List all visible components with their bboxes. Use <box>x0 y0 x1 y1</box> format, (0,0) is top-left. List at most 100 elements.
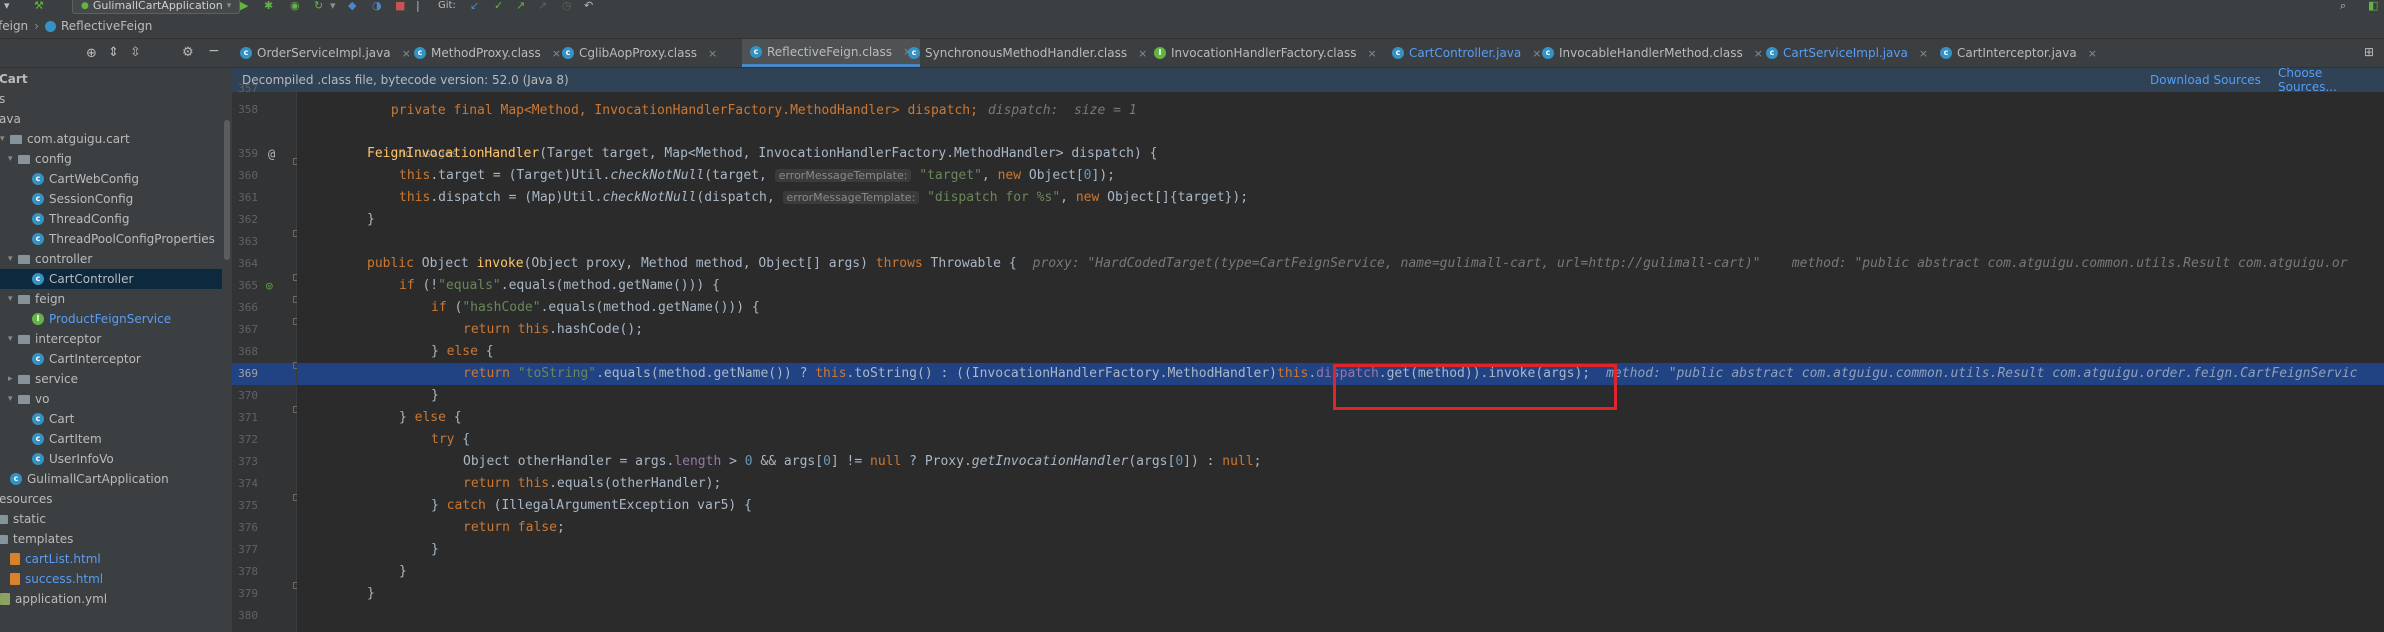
attach-debugger-icon[interactable]: ◆ <box>348 0 356 11</box>
line-number: 369 <box>238 367 258 380</box>
tab-cartserviceimpl[interactable]: c CartServiceImpl.java × <box>1766 39 1928 67</box>
close-icon[interactable]: × <box>1532 47 1541 60</box>
tree-item-class[interactable]: c Cart <box>0 409 222 429</box>
chevron-down-icon[interactable]: ▾ <box>4 0 10 11</box>
ide-logo-icon[interactable]: ◧ <box>2368 0 2378 11</box>
tree-item-class[interactable]: c CartInterceptor <box>0 349 222 369</box>
chevron-down-icon[interactable]: ▾ <box>8 334 18 344</box>
history-icon[interactable]: ◷ <box>562 0 572 11</box>
run-icon[interactable]: ▶ <box>240 0 248 11</box>
coverage-icon[interactable]: ◉ <box>290 0 300 11</box>
close-icon[interactable]: × <box>402 47 411 60</box>
tab-cartinterceptor[interactable]: c CartInterceptor.java × <box>1940 39 2097 67</box>
git-push-icon[interactable]: ↗ <box>516 0 525 11</box>
tree-item-label: cartList.html <box>25 552 101 566</box>
tab-synchronousmethodhandler[interactable]: c SynchronousMethodHandler.class × <box>908 39 1147 67</box>
tree-item-label: feign <box>35 292 66 306</box>
close-icon[interactable]: × <box>1919 47 1928 60</box>
tree-item-class[interactable]: c CartWebConfig <box>0 169 222 189</box>
stop-icon[interactable]: ■ <box>395 0 405 11</box>
tree-item-interceptor[interactable]: ▾ interceptor <box>0 329 222 349</box>
tab-cglibaopproxy[interactable]: c CglibAopProxy.class × <box>562 39 717 67</box>
close-icon[interactable]: × <box>1138 47 1147 60</box>
tab-orderserviceimpl[interactable]: c OrderServiceImpl.java × <box>240 39 411 67</box>
tree-item-class[interactable]: c ThreadConfig <box>0 209 222 229</box>
chevron-down-icon[interactable]: ▾ <box>330 0 336 11</box>
chevron-down-icon[interactable]: ▾ <box>8 294 18 304</box>
tab-list-icon[interactable]: ⊞ <box>2364 45 2374 59</box>
close-icon[interactable]: × <box>2088 47 2097 60</box>
code-text: (target, <box>704 168 767 183</box>
code-text: .hashCode(); <box>549 322 644 337</box>
expand-all-icon[interactable]: ⇕ <box>108 45 119 60</box>
decompiled-notice-bar: Decompiled .class file, bytecode version… <box>232 66 2384 94</box>
tree-item-class[interactable]: c SessionConfig <box>0 189 222 209</box>
chevron-down-icon[interactable]: ▾ <box>0 134 10 144</box>
close-icon[interactable]: × <box>708 47 717 60</box>
tab-cartcontroller[interactable]: c CartController.java × <box>1392 39 1541 67</box>
interface-icon: I <box>32 313 44 325</box>
tab-invocablehandlermethod[interactable]: c InvocableHandlerMethod.class × <box>1542 39 1763 67</box>
code-text: Object <box>413 256 477 271</box>
breadcrumb-item-feign[interactable]: feign <box>0 19 28 33</box>
build-hammer-icon[interactable]: ⚒ <box>34 0 44 11</box>
tab-invocationhandlerfactory[interactable]: I InvocationHandlerFactory.class × <box>1154 39 1377 67</box>
code-text: (args[ <box>1128 454 1176 469</box>
reload-icon[interactable]: ↻ <box>314 0 323 11</box>
rollback-icon[interactable]: ↶ <box>584 0 593 11</box>
git-commit-icon[interactable]: ✓ <box>494 0 503 11</box>
git-fetch-icon[interactable]: ↗ <box>538 0 547 11</box>
choose-sources-link[interactable]: Choose Sources... <box>2278 66 2384 94</box>
breadcrumb-item-reflectivefeign[interactable]: ReflectiveFeign <box>61 19 152 33</box>
tree-item[interactable]: s <box>0 89 222 109</box>
tree-item-label: com.atguigu.cart <box>27 132 130 146</box>
tree-item-class-selected[interactable]: c CartController <box>0 269 222 289</box>
implements-method-icon[interactable]: ◎ <box>266 279 273 292</box>
code-text: return <box>463 366 510 381</box>
close-icon[interactable]: × <box>1754 47 1763 60</box>
chevron-right-icon[interactable]: ▸ <box>8 374 18 384</box>
tree-item-static[interactable]: static <box>0 509 222 529</box>
tree-item-templates[interactable]: templates <box>0 529 222 549</box>
code-editor[interactable]: private final Map<Method, InvocationHand… <box>297 92 2384 632</box>
gear-icon[interactable]: ⚙ <box>182 45 194 60</box>
tree-item-cart-module[interactable]: Cart <box>0 69 222 89</box>
tree-item-application-class[interactable]: c GulimallCartApplication <box>0 469 222 489</box>
scrollbar-thumb[interactable] <box>224 120 230 260</box>
debug-icon[interactable]: ✱ <box>264 0 273 11</box>
tree-item-package[interactable]: ▾ com.atguigu.cart <box>0 129 222 149</box>
parameter-hint: errorMessageTemplate: <box>774 169 912 182</box>
tree-item-feign[interactable]: ▾ feign <box>0 289 222 309</box>
chevron-down-icon[interactable]: ▾ <box>8 254 18 264</box>
tree-item-interface[interactable]: I ProductFeignService <box>0 309 222 329</box>
tree-item-service[interactable]: ▸ service <box>0 369 222 389</box>
close-icon[interactable]: × <box>1368 47 1377 60</box>
tree-item-class[interactable]: c ThreadPoolConfigProperties <box>0 229 222 249</box>
collapse-all-icon[interactable]: ⇳ <box>130 45 141 60</box>
locate-icon[interactable]: ⊕ <box>86 46 97 61</box>
profiler-icon[interactable]: ◑ <box>372 0 382 11</box>
usages-icon[interactable]: @ <box>268 147 275 161</box>
tree-item-class[interactable]: c CartItem <box>0 429 222 449</box>
tree-item-yml-file[interactable]: application.yml <box>0 589 222 609</box>
tree-item-controller[interactable]: ▾ controller <box>0 249 222 269</box>
tree-item-html-file[interactable]: cartList.html <box>0 549 222 569</box>
tab-reflectivefeign[interactable]: c ReflectiveFeign.class × <box>742 39 921 67</box>
tree-item-config[interactable]: ▾ config <box>0 149 222 169</box>
chevron-down-icon[interactable]: ▾ <box>8 154 18 164</box>
run-configuration-select[interactable]: ● GulimallCartApplication ▾ <box>72 0 241 14</box>
search-icon[interactable]: ⌕ <box>2340 0 2346 11</box>
tree-item-java-src[interactable]: ava <box>0 109 222 129</box>
chevron-down-icon[interactable]: ▾ <box>8 394 18 404</box>
tree-item-resources[interactable]: esources <box>0 489 222 509</box>
minimize-icon[interactable]: − <box>208 43 220 59</box>
download-sources-link[interactable]: Download Sources <box>2150 73 2261 87</box>
tab-methodproxy[interactable]: c MethodProxy.class × <box>414 39 561 67</box>
code-text: return <box>463 476 510 491</box>
close-icon[interactable]: × <box>552 47 561 60</box>
tree-item-class[interactable]: c UserInfoVo <box>0 449 222 469</box>
tree-item-vo[interactable]: ▾ vo <box>0 389 222 409</box>
tree-item-html-file[interactable]: success.html <box>0 569 222 589</box>
project-tree-scrollbar[interactable] <box>222 68 232 632</box>
git-update-icon[interactable]: ↙ <box>470 0 479 11</box>
